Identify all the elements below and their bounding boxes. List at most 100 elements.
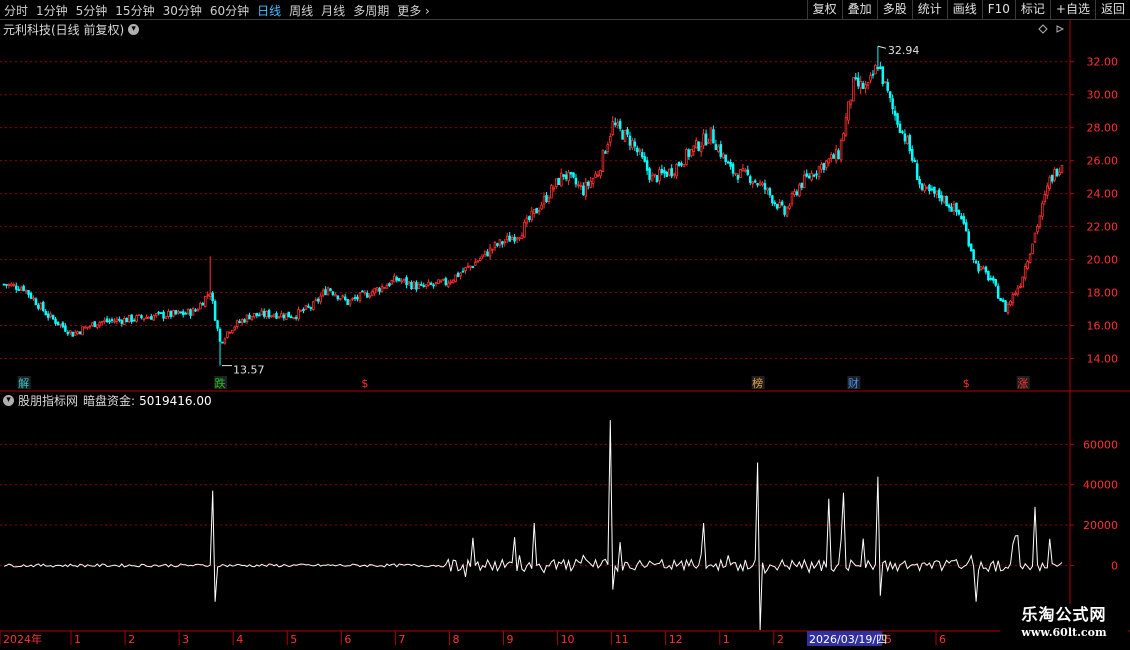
candle-body [373,287,376,294]
watermark: 乐淘公式网 www.60lt.com [1000,604,1128,646]
candle-body [977,263,980,272]
candle-body [167,310,170,317]
candle-body [702,133,705,146]
candle-body [307,305,310,308]
time-axis-label: 1 [723,633,730,646]
candle-body [120,320,124,324]
candle-body [839,140,843,161]
candle-body [429,282,433,285]
candle-body [827,158,831,164]
candle-body [177,311,180,314]
candle-body [316,298,320,302]
candle-body [326,287,330,296]
candle-body [928,184,931,192]
candle-body [501,241,504,245]
candle-body [125,317,128,323]
candle-body [459,272,462,277]
candle-body [726,161,730,164]
candle-body [773,202,777,205]
candle-body [697,141,700,151]
candle-body [1041,202,1044,217]
candle-body [996,285,1000,299]
candle-body [135,315,138,322]
candle-body [844,117,848,136]
candle-body [262,310,266,317]
candle-body [152,315,155,321]
price-tick-label: 22.00 [1087,221,1119,234]
candle-body [206,294,210,297]
candle-body [113,320,116,323]
candle-body [896,113,899,125]
candle-body [115,318,119,322]
candle-body [965,222,968,232]
candle-body [19,287,23,291]
candle-body [243,319,246,323]
candle-body [505,235,509,241]
candle-body [586,181,590,186]
event-marker: 涨 [1017,377,1028,390]
candle-body [348,299,352,305]
candle-body [623,130,627,142]
candle-body [105,318,109,323]
candle-body [1031,243,1034,255]
candle-body [363,291,367,294]
candle-body [584,181,588,197]
candle-body [66,331,70,335]
candle-body [140,315,143,319]
high-label: 32.94 [888,44,920,57]
candle-body [415,282,418,290]
candle-body [967,231,970,247]
candle-body [658,169,661,182]
candle-body [132,319,136,322]
candle-body [704,133,708,146]
candle-body [736,175,740,180]
candle-body [918,178,921,185]
candle-body [663,170,666,174]
candle-body [778,202,781,208]
candle-body [756,183,759,186]
candle-body [49,313,52,317]
candle-body [1023,266,1027,279]
candle-body [837,150,840,160]
candle-body [1055,169,1059,177]
candle-body [275,313,278,319]
candle-body [920,183,924,190]
candle-body [677,161,681,166]
candle-body [712,129,715,144]
candle-body [753,180,757,183]
stock-chart[interactable]: 14.00 16.00 18.00 20.00 22.00 24.00 26.00 28.00… [0,0,1130,650]
candle-body [361,290,364,293]
indicator-tick-label: 60000 [1083,438,1118,451]
candle-body [798,184,801,197]
candle-body [39,302,43,310]
candle-body [1016,287,1020,295]
candle-body [228,331,232,334]
candle-body [564,174,568,180]
candle-body [599,169,602,177]
candle-body [240,319,244,324]
candle-body [282,314,286,319]
candle-body [884,81,887,83]
candle-body [289,316,293,319]
candle-body [989,278,993,280]
candle-body [201,303,205,306]
candle-body [812,174,816,177]
candle-body [739,168,742,178]
indicator-tick-label: 40000 [1083,479,1118,492]
candle-body [336,295,340,300]
candle-body [378,288,381,292]
price-tick-label: 24.00 [1087,188,1119,201]
candle-body [744,169,747,172]
price-tick-label: 18.00 [1087,287,1119,300]
candle-body [100,321,104,324]
candle-body [901,131,904,133]
candle-body [685,149,688,165]
candle-body [56,321,60,326]
candle-body [999,297,1002,302]
indicator-line [3,420,1063,631]
candle-body [1009,300,1012,306]
candle-body [312,301,315,311]
candle-body [208,293,212,297]
candle-body [449,281,453,284]
candle-body [628,135,632,146]
